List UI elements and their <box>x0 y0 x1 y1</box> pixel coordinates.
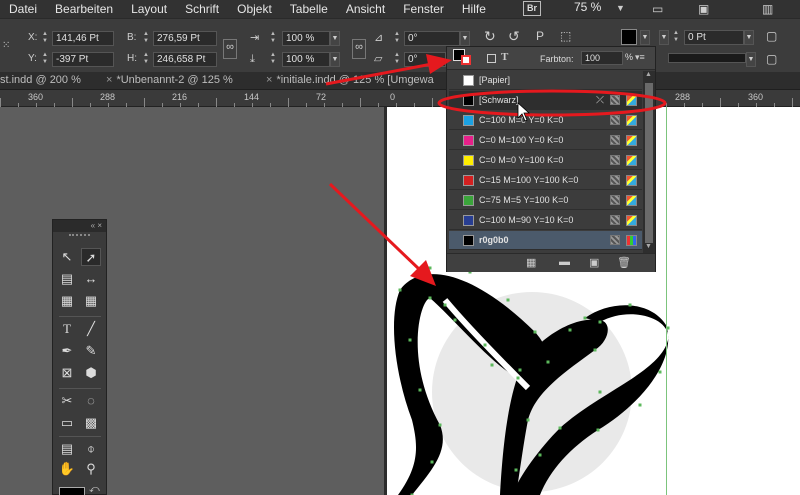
indesign-window: Datei Bearbeiten Layout Schrift Objekt T… <box>0 0 800 495</box>
annotation-arrow-line <box>325 62 433 86</box>
annotation-overlay <box>325 54 667 286</box>
annotation-arrow-line <box>328 182 422 272</box>
highlight-ellipse <box>437 89 667 117</box>
mouse-cursor-icon <box>517 102 531 122</box>
annotation-arrowhead <box>426 54 452 74</box>
